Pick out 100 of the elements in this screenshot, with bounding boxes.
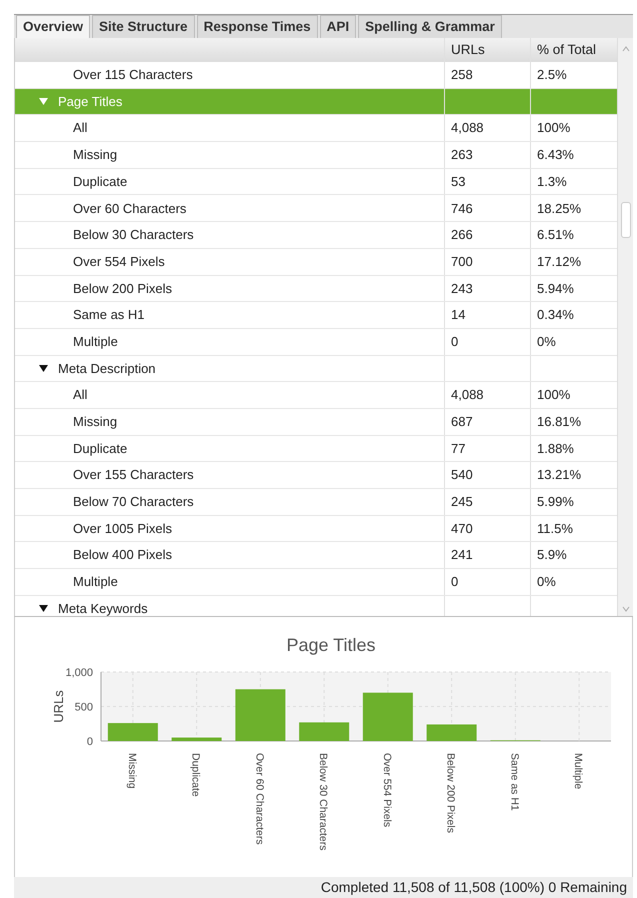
percent-value: 2.5% (537, 66, 567, 84)
row-label: Below 30 Characters (73, 226, 194, 244)
tree-row[interactable]: Below 70 Characters 245 5.99% (15, 489, 617, 516)
url-count: 700 (451, 252, 473, 271)
percent-value: 18.25% (537, 200, 582, 218)
row-label: Duplicate (73, 172, 128, 191)
tree-row[interactable]: Duplicate 77 1.88% (15, 436, 617, 462)
bar (108, 723, 158, 741)
row-label: Below 200 Pixels (73, 280, 172, 298)
url-count: 245 (451, 493, 473, 512)
scroll-down-icon[interactable] (622, 606, 630, 612)
tree-row[interactable]: Over 60 Characters 746 18.25% (15, 195, 617, 222)
row-label: Multiple (73, 332, 118, 351)
row-label: Duplicate (73, 440, 128, 458)
tree-row[interactable]: Over 554 Pixels 700 17.12% (15, 248, 617, 276)
row-label: Below 70 Characters (73, 493, 194, 512)
url-count: 77 (451, 440, 466, 458)
row-label: Meta Description (58, 360, 156, 378)
tree-row[interactable]: Meta Description (15, 356, 617, 382)
row-label: Page Titles (58, 92, 122, 111)
tree-row[interactable]: Over 1005 Pixels 470 11.5% (15, 516, 617, 542)
category-label: Missing (126, 753, 138, 789)
url-count: 258 (451, 66, 473, 84)
row-label: Over 60 Characters (73, 200, 186, 218)
percent-value: 6.43% (537, 146, 574, 164)
tree-row[interactable]: Missing 687 16.81% (15, 408, 617, 436)
tree-row[interactable]: Below 30 Characters 266 6.51% (15, 222, 617, 249)
percent-value: 11.5% (537, 520, 573, 538)
tree-row[interactable]: Multiple 0 0% (15, 569, 617, 596)
category-label: Below 200 Pixels (444, 753, 457, 833)
percent-value: 5.9% (537, 546, 567, 564)
url-count: 4,088 (451, 119, 484, 138)
row-label: Over 115 Characters (73, 66, 193, 84)
category-label: Below 30 Characters (317, 753, 330, 850)
row-label: Same as H1 (73, 306, 145, 324)
row-label: Over 155 Characters (73, 466, 194, 484)
percent-value: 13.21% (537, 466, 582, 484)
tree-row[interactable]: Below 200 Pixels 243 5.94% (15, 276, 617, 302)
category-label: Over 554 Pixels (380, 753, 393, 828)
percent-value: 100% (537, 386, 570, 404)
url-count: 14 (451, 306, 466, 324)
url-count: 0 (451, 573, 458, 592)
url-count: 746 (451, 200, 473, 218)
column-header[interactable]: URLs (451, 40, 485, 60)
percent-value: 5.99% (537, 493, 574, 512)
tree-row[interactable]: Missing 263 6.43% (15, 142, 617, 169)
tree-row[interactable]: Over 155 Characters 540 13.21% (15, 462, 617, 489)
collapse-triangle-icon[interactable] (39, 605, 48, 612)
row-label: Missing (73, 146, 118, 164)
row-label: Over 1005 Pixels (73, 520, 172, 538)
tree-row[interactable]: Same as H1 14 0.34% (15, 302, 617, 329)
tree-row[interactable]: Multiple 0 0% (15, 328, 617, 356)
row-label: Multiple (73, 573, 118, 592)
tree-row[interactable]: Duplicate 53 1.3% (15, 168, 617, 196)
row-label: Meta Keywords (58, 600, 148, 616)
tab[interactable]: API (320, 15, 356, 38)
category-label: Over 60 Characters (253, 753, 266, 845)
percent-value: 16.81% (537, 413, 582, 432)
category-label: Duplicate (190, 753, 202, 797)
tree-row[interactable]: All 4,088 100% (15, 115, 617, 142)
bar (299, 722, 350, 741)
scroll-up-icon[interactable] (622, 46, 630, 52)
scroll-thumb[interactable] (620, 202, 630, 238)
bar (362, 692, 413, 741)
percent-value: 1.3% (537, 172, 567, 191)
row-label: Over 554 Pixels (73, 252, 165, 271)
url-count: 266 (451, 226, 473, 244)
bar (426, 724, 477, 741)
status-text: Completed 11,508 of 11,508 (100%) 0 Remaining (320, 878, 627, 897)
tree-row[interactable]: Below 400 Pixels 241 5.9% (15, 542, 617, 570)
url-count: 263 (451, 146, 473, 164)
row-label: All (73, 119, 88, 138)
row-label: Missing (73, 413, 118, 432)
row-label: Below 400 Pixels (73, 546, 172, 564)
url-count: 241 (451, 546, 473, 564)
category-label: Multiple (572, 753, 584, 790)
url-count: 243 (451, 280, 473, 298)
percent-value: 0.34% (537, 306, 574, 324)
url-count: 4,088 (451, 386, 484, 404)
tab[interactable]: Overview (16, 15, 90, 38)
scrollbar[interactable] (617, 38, 633, 616)
tab[interactable]: Spelling & Grammar (358, 15, 502, 38)
tree-row[interactable]: All 4,088 100% (15, 382, 617, 409)
url-count: 0 (451, 332, 458, 351)
chart-title: Page Titles (286, 635, 376, 655)
tab[interactable]: Response Times (196, 15, 318, 38)
percent-value: 0% (537, 573, 556, 592)
url-count: 470 (451, 520, 473, 538)
percent-value: 100% (537, 119, 570, 138)
percent-value: 5.94% (537, 280, 574, 298)
category-label: Same as H1 (508, 753, 520, 811)
url-count: 540 (451, 466, 473, 484)
tab[interactable]: Site Structure (92, 15, 195, 38)
tick-label: 0 (86, 736, 93, 748)
collapse-triangle-icon[interactable] (39, 364, 48, 372)
column-header[interactable]: % of Total (537, 40, 596, 60)
url-count: 687 (451, 413, 473, 432)
percent-value: 6.51% (537, 226, 574, 244)
percent-value: 17.12% (537, 252, 582, 271)
tick-label: 500 (74, 702, 93, 714)
